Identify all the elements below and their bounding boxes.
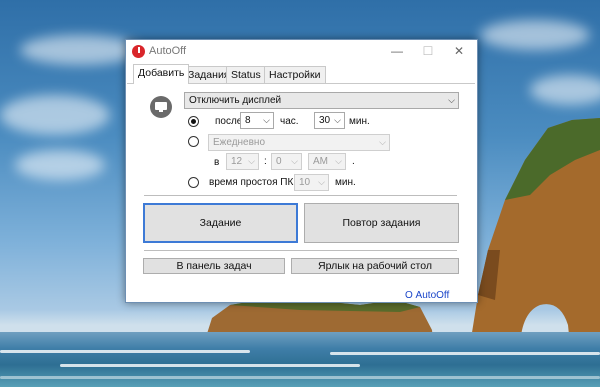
task-button[interactable]: Задание <box>143 203 298 243</box>
action-select-value: Отключить дисплей <box>189 95 282 106</box>
action-select[interactable]: Отключить дисплей ⌵ <box>184 92 459 109</box>
autooff-window: AutoOff — ☐ ✕ Добавить Задания Status На… <box>125 39 478 303</box>
hour-select[interactable]: 12 ⌵ <box>226 153 259 170</box>
time-dot: . <box>352 156 355 167</box>
at-label: в <box>214 157 220 168</box>
close-button[interactable]: ✕ <box>446 43 472 59</box>
minutes-value: 30 <box>319 115 331 126</box>
radio-schedule[interactable] <box>188 136 199 147</box>
wave <box>0 376 600 379</box>
minute-select[interactable]: 0 ⌵ <box>271 153 302 170</box>
chevron-down-icon: ⌵ <box>448 95 455 105</box>
chevron-down-icon: ⌵ <box>318 177 325 187</box>
ampm-value: AM <box>313 156 328 167</box>
chevron-down-icon: ⌵ <box>335 156 342 166</box>
tab-settings[interactable]: Настройки <box>264 66 326 84</box>
idle-label: время простоя ПК <box>209 177 294 188</box>
maximize-button[interactable]: ☐ <box>415 43 441 59</box>
separator <box>144 195 457 196</box>
hour-value: 12 <box>231 156 243 167</box>
minimize-button[interactable]: — <box>384 43 410 59</box>
after-label: после <box>215 116 243 127</box>
repeat-task-button[interactable]: Повтор задания <box>304 203 459 243</box>
chevron-down-icon: ⌵ <box>334 115 341 125</box>
minutes-unit: мин. <box>349 116 370 127</box>
chevron-down-icon: ⌵ <box>291 156 298 166</box>
title-bar[interactable]: AutoOff — ☐ ✕ <box>126 40 477 63</box>
minutes-select[interactable]: 30 ⌵ <box>314 112 345 129</box>
about-link[interactable]: О AutoOff <box>405 290 449 301</box>
wave <box>60 364 360 367</box>
chevron-down-icon: ⌵ <box>379 137 386 147</box>
minute-value: 0 <box>276 156 282 167</box>
tray-button[interactable]: В панель задач <box>143 258 285 274</box>
wave <box>330 352 600 355</box>
idle-value: 10 <box>299 177 311 188</box>
monitor-icon <box>150 96 172 118</box>
desktop-shortcut-button[interactable]: Ярлык на рабочий стол <box>291 258 459 274</box>
ampm-select[interactable]: AM ⌵ <box>308 153 346 170</box>
period-select[interactable]: Ежедневно ⌵ <box>208 134 390 151</box>
chevron-down-icon: ⌵ <box>248 156 255 166</box>
power-icon <box>132 45 145 58</box>
chevron-down-icon: ⌵ <box>263 115 270 125</box>
radio-after[interactable] <box>188 116 199 127</box>
window-title: AutoOff <box>149 45 187 57</box>
period-value: Ежедневно <box>213 137 266 148</box>
idle-unit: мин. <box>335 177 356 188</box>
radio-idle[interactable] <box>188 177 199 188</box>
tab-add[interactable]: Добавить <box>133 64 190 84</box>
idle-select[interactable]: 10 ⌵ <box>294 174 329 191</box>
hours-unit: час. <box>280 116 299 127</box>
tab-status[interactable]: Status <box>226 66 266 84</box>
separator <box>144 250 457 251</box>
time-colon: : <box>264 156 267 167</box>
hours-select[interactable]: 8 ⌵ <box>240 112 274 129</box>
wave <box>0 350 250 353</box>
hours-value: 8 <box>245 115 251 126</box>
